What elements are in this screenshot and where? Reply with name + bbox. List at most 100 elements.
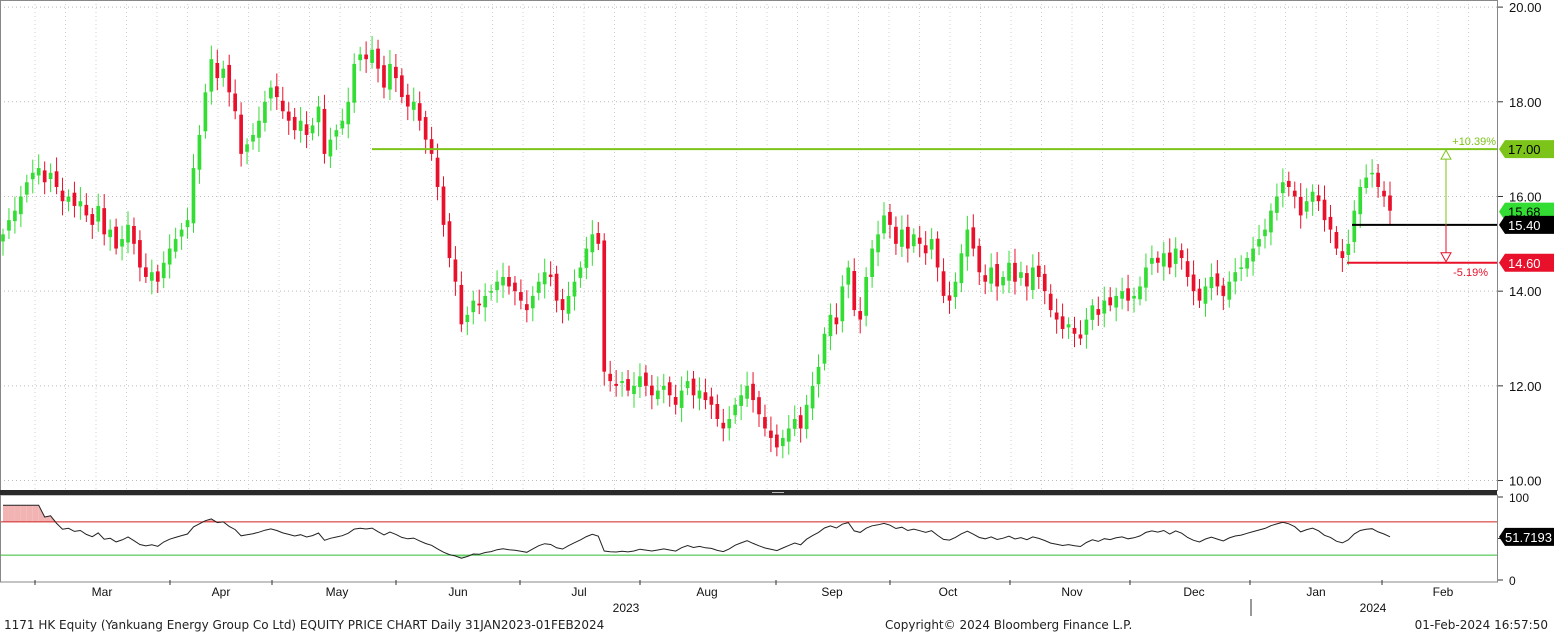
candle-body — [13, 210, 17, 222]
candle-body — [1167, 252, 1172, 268]
candle-body — [1275, 196, 1279, 213]
candle-body — [876, 234, 880, 253]
candle-body — [995, 264, 999, 287]
candle-body — [48, 172, 53, 180]
candle-body — [1263, 229, 1267, 237]
candle-body — [786, 428, 791, 442]
candle-body — [507, 277, 511, 287]
y-tick-label: 18.00 — [1509, 95, 1542, 110]
candle-body — [1042, 273, 1047, 292]
candle-body — [1, 234, 5, 242]
candle-body — [310, 125, 315, 134]
candle-body — [542, 272, 547, 285]
rsi-overbought-fill — [3, 505, 9, 522]
chart-footer-copyright: Copyright© 2024 Bloomberg Finance L.P. — [885, 618, 1133, 632]
candle-body — [864, 276, 868, 316]
rsi-panel-border — [0, 494, 1498, 583]
candle-body — [370, 49, 374, 63]
rsi-y-tick-label: 100 — [1509, 491, 1529, 505]
candle-body — [1340, 251, 1345, 259]
candle-body — [251, 134, 255, 142]
candle-body — [1161, 253, 1166, 267]
candle-body — [304, 124, 309, 135]
y-tick-label: 20.00 — [1509, 0, 1542, 15]
candle-body — [846, 267, 851, 285]
candle-body — [352, 63, 357, 103]
support-pct-label: -5.19% — [1453, 267, 1488, 279]
rsi-overbought-fill — [26, 505, 33, 522]
candle-body — [1209, 276, 1214, 289]
candle-body — [769, 430, 773, 438]
candle-body — [197, 134, 202, 170]
candle-body — [358, 54, 363, 61]
candle-body — [1138, 286, 1142, 300]
candle-body — [1090, 305, 1095, 320]
candle-body — [745, 385, 749, 399]
candle-body — [394, 66, 398, 79]
candle-body — [1227, 281, 1232, 300]
candle-body — [340, 120, 345, 129]
candle-body — [935, 238, 940, 268]
rsi-last-tag-text: 51.7193 — [1505, 530, 1552, 545]
candle-body — [757, 397, 761, 415]
candle-body — [376, 48, 380, 69]
candle-body — [1185, 261, 1190, 277]
candle-body — [667, 382, 672, 396]
candle-body — [870, 248, 874, 278]
candle-body — [578, 267, 583, 278]
candle-body — [280, 100, 285, 112]
candle-body — [1001, 276, 1005, 286]
candle-body — [417, 103, 422, 121]
candle-body — [1382, 190, 1386, 197]
candle-body — [965, 229, 970, 257]
candle-body — [429, 139, 434, 154]
candle-body — [382, 65, 386, 88]
candle-body — [673, 397, 678, 405]
rsi-panel: 100 0 51.7193 — [0, 491, 1554, 588]
x-month-label: Jan — [1306, 585, 1325, 599]
candle-body — [947, 295, 952, 301]
candle-body — [1144, 267, 1148, 288]
candle-body — [1334, 231, 1339, 249]
candle-body — [775, 434, 779, 448]
candle-body — [1233, 272, 1238, 282]
candle-body — [495, 281, 499, 291]
candle-body — [834, 317, 839, 325]
candle-body — [929, 239, 934, 250]
candle-body — [126, 224, 130, 243]
candle-body — [1114, 295, 1119, 308]
candle-body — [763, 417, 767, 429]
resistance-pct-label: +10.39% — [1452, 136, 1496, 148]
candle-body — [36, 168, 41, 176]
candle-body — [661, 385, 666, 390]
y-tick-label: 12.00 — [1509, 379, 1542, 394]
candle-body — [24, 182, 29, 195]
candle-body — [501, 276, 505, 286]
price-chart: +10.39% -5.19% 100 0 51.7193 10.00 12.00 14.0… — [0, 0, 1554, 616]
candle-body — [1239, 267, 1244, 269]
rsi-overbought-fill — [20, 505, 27, 522]
candle-body — [715, 404, 720, 419]
candle-body — [1102, 300, 1107, 314]
x-month-label: Oct — [939, 585, 958, 599]
candle-body — [84, 204, 89, 216]
candle-body — [132, 225, 136, 244]
x-month-label: May — [326, 585, 349, 599]
candle-body — [941, 271, 946, 296]
candle-body — [334, 130, 339, 137]
candle-body — [911, 234, 916, 247]
y-tick-label: 16.00 — [1509, 189, 1542, 204]
panel-separator — [0, 490, 1497, 495]
candle-body — [1203, 286, 1208, 304]
candle-body — [733, 404, 738, 416]
x-month-label: Mar — [92, 585, 113, 599]
candle-body — [1310, 191, 1315, 202]
x-month-label: Nov — [1061, 585, 1082, 599]
candle-body — [977, 245, 982, 273]
candle-body — [78, 201, 83, 207]
candle-body — [292, 116, 297, 131]
candle-body — [751, 383, 755, 401]
candle-body — [173, 239, 178, 252]
candle-body — [102, 208, 107, 235]
candle-body — [1054, 312, 1059, 320]
